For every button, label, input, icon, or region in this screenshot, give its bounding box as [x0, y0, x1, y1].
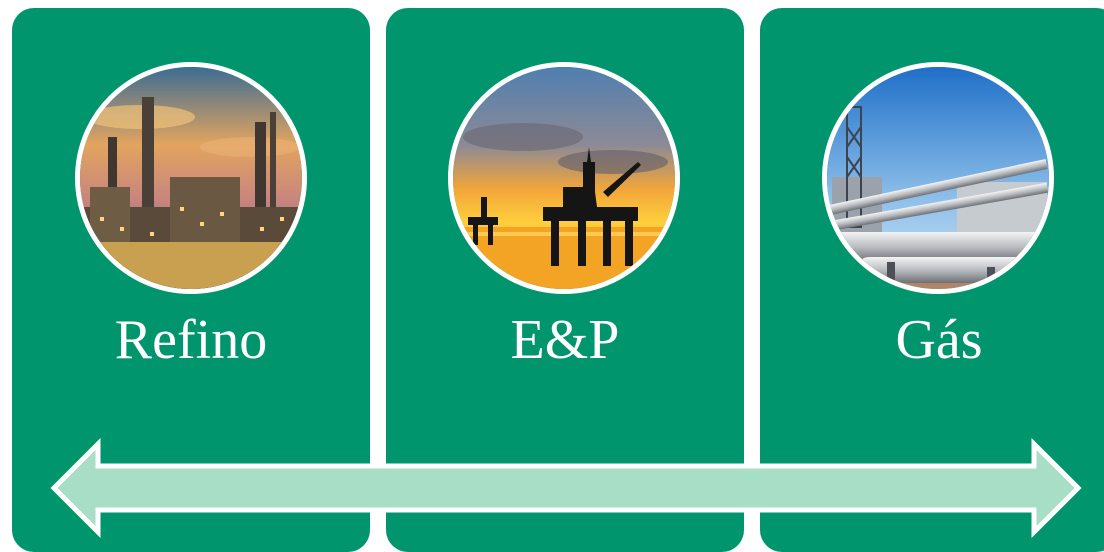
- double-headed-arrow: [50, 437, 1082, 539]
- arrow-shape: [50, 437, 1082, 539]
